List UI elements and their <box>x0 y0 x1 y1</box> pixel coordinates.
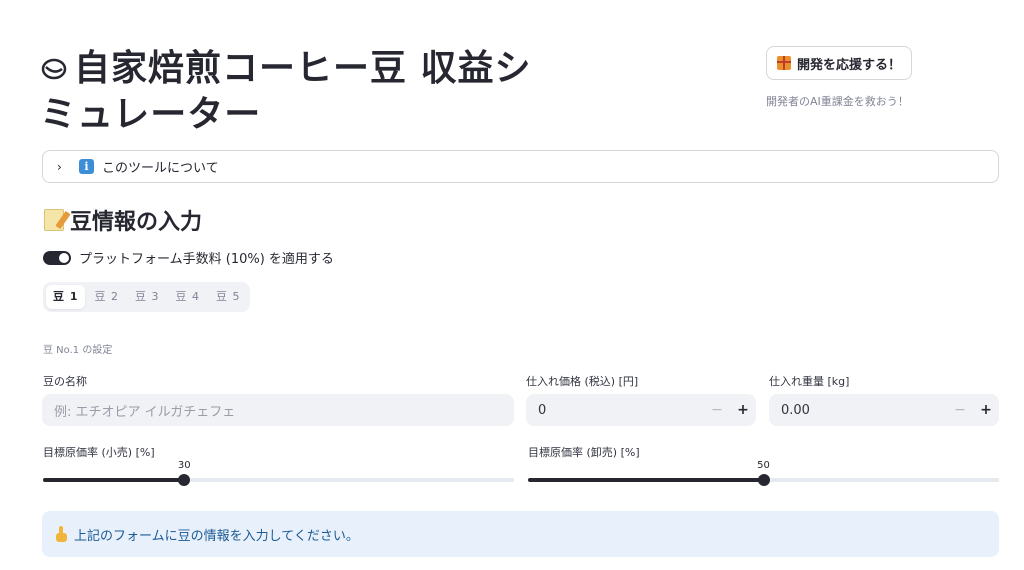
page-title: 自家焙煎コーヒー豆 収益シミュレーター <box>40 46 560 138</box>
coffee-bean-icon <box>41 58 67 80</box>
info-alert-text: 上記のフォームに豆の情報を入力してください。 <box>74 528 359 544</box>
support-button-label: 開発を応援する！ <box>797 57 902 73</box>
retail-slider-fill <box>43 478 185 482</box>
purchase-weight-input[interactable]: 0.00 − + <box>769 394 999 426</box>
expander-label: このツールについて <box>102 161 219 176</box>
tab-bean-4[interactable]: 豆 4 <box>168 285 207 309</box>
gift-icon <box>777 56 791 70</box>
support-caption: 開発者のAI重課金を救おう！ <box>766 95 909 108</box>
bean-settings-caption: 豆 No.1 の設定 <box>43 345 113 356</box>
retail-slider-value: 30 <box>177 460 191 471</box>
retail-cost-ratio-label: 目標原価率 (小売) [%] <box>43 446 155 459</box>
purchase-weight-label: 仕入れ重量 [kg] <box>769 375 850 388</box>
tab-bean-1[interactable]: 豆 1 <box>46 285 86 309</box>
chevron-right-icon: › <box>57 159 62 174</box>
bean-name-placeholder: 例: エチオピア イルガチェフェ <box>54 404 236 420</box>
wholesale-slider-track[interactable] <box>528 474 999 486</box>
bean-tabs: 豆 1 豆 2 豆 3 豆 4 豆 5 <box>43 282 251 312</box>
toggle-knob <box>59 252 69 263</box>
wholesale-slider-value: 50 <box>757 460 770 471</box>
purchase-price-decrement-button[interactable]: − <box>704 394 730 426</box>
purchase-weight-value: 0.00 <box>781 402 810 418</box>
purchase-weight-stepper: − + <box>947 394 999 426</box>
section-heading-text: 豆情報の入力 <box>70 210 203 235</box>
info-alert: 上記のフォームに豆の情報を入力してください。 <box>42 511 999 557</box>
platform-fee-toggle-label: プラットフォーム手数料 (10%) を適用する <box>79 252 334 267</box>
info-icon: i <box>79 159 94 174</box>
support-button[interactable]: 開発を応援する！ <box>766 46 913 80</box>
about-tool-expander[interactable]: › i このツールについて <box>42 150 999 183</box>
purchase-weight-decrement-button[interactable]: − <box>947 394 973 426</box>
tab-bean-2[interactable]: 豆 2 <box>87 285 126 309</box>
retail-slider-track[interactable] <box>43 474 514 486</box>
section-heading: 豆情報の入力 <box>44 204 202 236</box>
purchase-price-label: 仕入れ価格 (税込) [円] <box>526 375 639 388</box>
platform-fee-toggle-row: プラットフォーム手数料 (10%) を適用する <box>43 248 334 267</box>
purchase-price-value: 0 <box>538 402 547 418</box>
purchase-price-stepper: − + <box>704 394 756 426</box>
bean-name-input[interactable]: 例: エチオピア イルガチェフェ <box>42 394 514 426</box>
platform-fee-toggle[interactable] <box>43 250 71 265</box>
purchase-price-input[interactable]: 0 − + <box>526 394 756 426</box>
purchase-price-increment-button[interactable]: + <box>730 394 756 426</box>
bean-name-label: 豆の名称 <box>43 375 87 388</box>
purchase-weight-increment-button[interactable]: + <box>973 394 999 426</box>
page-title-text: 自家焙煎コーヒー豆 収益シミュレーター <box>40 48 532 135</box>
memo-icon <box>44 209 64 231</box>
tab-bean-5[interactable]: 豆 5 <box>209 285 248 309</box>
pointing-finger-icon <box>56 526 68 542</box>
tab-bean-3[interactable]: 豆 3 <box>128 285 167 309</box>
wholesale-slider-thumb[interactable] <box>757 474 770 486</box>
retail-slider-thumb[interactable] <box>178 474 191 486</box>
wholesale-cost-ratio-label: 目標原価率 (卸売) [%] <box>528 446 640 459</box>
wholesale-slider-fill <box>528 478 764 482</box>
